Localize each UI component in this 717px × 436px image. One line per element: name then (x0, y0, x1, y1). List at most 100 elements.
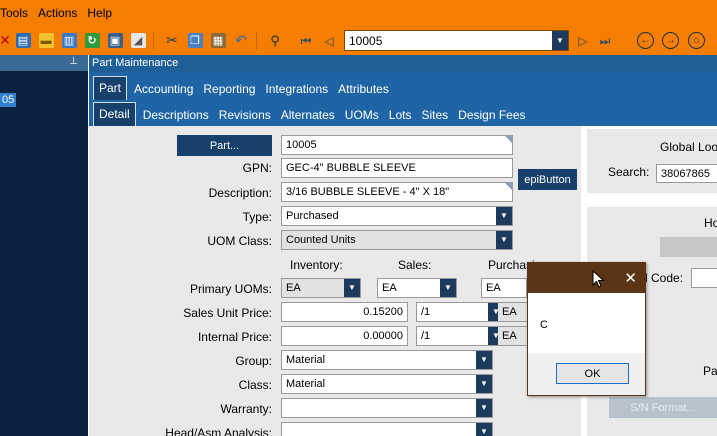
class-label: Class: (238, 378, 272, 392)
tree-node[interactable]: 05 (0, 93, 17, 107)
gpn-field[interactable]: GEC-4" BUBBLE SLEEVE (281, 158, 513, 178)
back-icon[interactable]: ← (637, 32, 654, 49)
sales-price-uom: EA (498, 302, 528, 322)
chevron-down-icon[interactable]: ▼ (476, 375, 492, 393)
tab-part[interactable]: Part (93, 76, 128, 100)
secondary-tabs: Detail Descriptions Revisions Alternates… (89, 100, 717, 126)
tab-lots[interactable]: Lots (384, 104, 417, 126)
head-asm-analysis-label: Head/Asm Analysis: (165, 426, 272, 436)
previous-record-icon[interactable]: ◁ (320, 33, 338, 49)
code-field[interactable] (691, 268, 717, 288)
tab-integrations[interactable]: Integrations (260, 78, 333, 100)
home-icon[interactable]: ⌂ (688, 32, 705, 49)
chevron-down-icon[interactable]: ▼ (496, 231, 512, 249)
tab-reporting[interactable]: Reporting (198, 78, 260, 100)
print-icon[interactable]: ▣ (105, 31, 125, 51)
pin-icon[interactable]: ⊥ (69, 56, 78, 67)
forward-icon[interactable]: → (662, 32, 679, 49)
eraser-icon[interactable]: ◢ (128, 31, 148, 51)
type-select[interactable]: Purchased ▼ (281, 206, 513, 226)
first-record-icon[interactable]: ⏮ (297, 33, 315, 49)
chevron-down-icon[interactable]: ▼ (496, 207, 512, 225)
tab-design-fees[interactable]: Design Fees (453, 104, 530, 126)
internal-price-field[interactable]: 0.00000 (281, 326, 408, 346)
paste-icon[interactable]: ▦ (208, 31, 228, 51)
folder-icon[interactable]: ▬ (36, 31, 56, 51)
chevron-down-icon[interactable]: ▼ (552, 31, 568, 50)
dialog-titlebar: ✕ (528, 263, 645, 293)
sales-unit-price-field[interactable]: 0.15200 (281, 302, 408, 322)
sales-per-select[interactable]: /1 ▼ (416, 302, 505, 322)
cut-icon[interactable]: ✂ (162, 31, 182, 51)
tab-alternates[interactable]: Alternates (276, 104, 340, 126)
warranty-label: Warranty: (220, 402, 272, 416)
part-button[interactable]: Part... (177, 135, 272, 156)
inventory-uom-select[interactable]: EA ▼ (281, 278, 361, 298)
internal-per-select[interactable]: /1 ▼ (416, 326, 505, 346)
pa-label: Pa (703, 364, 717, 378)
menu-actions[interactable]: Actions (33, 0, 82, 26)
primary-tabs: Part Accounting Reporting Integrations A… (89, 72, 717, 100)
ho-label: Ho (704, 216, 717, 230)
tab-uoms[interactable]: UOMs (340, 104, 384, 126)
tab-detail[interactable]: Detail (93, 102, 136, 126)
global-lookup-title: Global Loo (660, 140, 717, 154)
chevron-down-icon[interactable]: ▼ (440, 279, 456, 297)
menu-tools[interactable]: Tools (0, 0, 33, 26)
open-book-icon[interactable]: ▤ (13, 31, 33, 51)
sales-unit-price-label: Sales Unit Price: (183, 306, 272, 320)
epi-button[interactable]: epiButton (518, 169, 577, 190)
tab-sites[interactable]: Sites (416, 104, 453, 126)
description-label: Description: (208, 186, 272, 200)
window-title: Part Maintenance (89, 55, 717, 72)
menu-bar: Tools Actions Help (0, 0, 717, 26)
toolbar-separator (256, 31, 257, 50)
copy-icon[interactable]: ❐ (185, 31, 205, 51)
internal-price-uom: EA (498, 326, 528, 346)
toolbar-separator (153, 31, 154, 50)
tree-panel: ⊥ 05 (0, 55, 88, 436)
class-select[interactable]: Material ▼ (281, 374, 493, 394)
tab-descriptions[interactable]: Descriptions (138, 104, 214, 126)
chevron-down-icon[interactable]: ▼ (476, 399, 492, 417)
warranty-select[interactable]: ▼ (281, 398, 493, 418)
undo-icon[interactable]: ↶ (231, 31, 251, 51)
dialog-message: C (540, 319, 548, 331)
next-record-icon[interactable]: ▷ (574, 33, 592, 49)
inventory-header: Inventory: (290, 258, 343, 272)
uom-class-select[interactable]: Counted Units ▼ (281, 230, 513, 250)
search-field[interactable]: 38067865 (656, 164, 717, 183)
close-icon[interactable]: ✕ (624, 269, 637, 287)
tab-revisions[interactable]: Revisions (214, 104, 276, 126)
part-number-field[interactable]: 10005 (281, 135, 513, 155)
ok-button[interactable]: OK (556, 363, 629, 384)
head-asm-analysis-select[interactable]: ▼ (281, 422, 493, 436)
description-field[interactable]: 3/16 BUBBLE SLEEVE - 4" X 18" (281, 182, 513, 202)
binoculars-icon[interactable]: ⚲ (265, 31, 285, 51)
refresh-icon[interactable]: ↻ (82, 31, 102, 51)
tree-panel-header: ⊥ (0, 55, 88, 71)
sales-header: Sales: (398, 258, 432, 272)
tab-attributes[interactable]: Attributes (333, 78, 394, 100)
delete-icon[interactable]: ✕ (0, 31, 11, 51)
menu-help[interactable]: Help (82, 0, 117, 26)
record-selector[interactable]: 10005 ▼ (344, 30, 569, 51)
global-lookup-box: Global Loo Search: 38067865 (587, 129, 717, 193)
purchasing-uom-select[interactable]: EA (481, 278, 527, 298)
detail-form: Part... 10005 GPN: GEC-4" BUBBLE SLEEVE … (89, 126, 581, 436)
sn-format-button[interactable]: S/N Format... (609, 397, 717, 418)
clipboard-icon[interactable]: ▥ (59, 31, 79, 51)
grey-button[interactable] (660, 237, 717, 257)
uom-class-label: UOM Class: (207, 234, 272, 248)
mouse-cursor-icon (592, 270, 605, 288)
last-record-icon[interactable]: ⏭ (596, 33, 614, 49)
tab-accounting[interactable]: Accounting (129, 78, 198, 100)
chevron-down-icon[interactable]: ▼ (344, 279, 360, 297)
group-label: Group: (235, 354, 272, 368)
sales-uom-select[interactable]: EA ▼ (377, 278, 457, 298)
group-select[interactable]: Material ▼ (281, 350, 493, 370)
dialog-footer: OK (528, 353, 645, 395)
chevron-down-icon[interactable]: ▼ (476, 423, 492, 436)
record-value: 10005 (349, 33, 383, 48)
chevron-down-icon[interactable]: ▼ (476, 351, 492, 369)
